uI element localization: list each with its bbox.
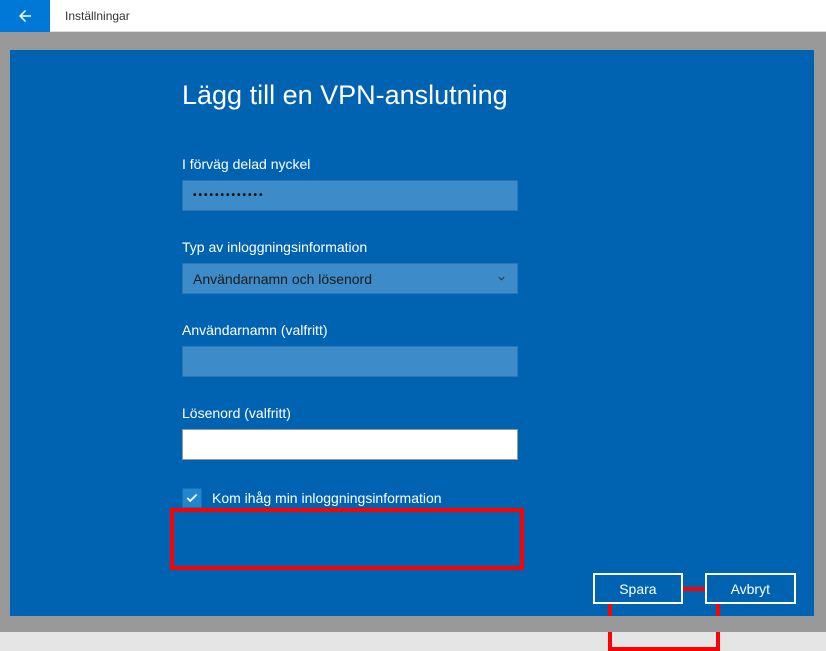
arrow-left-icon: [16, 7, 34, 25]
right-strip: [814, 50, 826, 632]
remember-checkbox[interactable]: [182, 488, 202, 508]
password-group: Lösenord (valfritt): [182, 405, 692, 460]
top-strip: [0, 32, 826, 50]
bottom-strip: [0, 616, 826, 632]
page-title: Lägg till en VPN-anslutning: [182, 80, 692, 111]
cancel-button[interactable]: Avbryt: [705, 573, 796, 604]
username-input[interactable]: [182, 346, 518, 377]
signin-type-group: Typ av inloggningsinformation Användarna…: [182, 239, 692, 294]
username-group: Användarnamn (valfritt): [182, 322, 692, 377]
signin-type-value: Användarnamn och lösenord: [193, 271, 372, 287]
password-input[interactable]: [182, 429, 518, 460]
remember-label: Kom ihåg min inloggningsinformation: [212, 490, 442, 506]
preshared-key-label: I förväg delad nyckel: [182, 156, 692, 172]
signin-type-label: Typ av inloggningsinformation: [182, 239, 692, 255]
preshared-key-group: I förväg delad nyckel: [182, 156, 692, 211]
save-button[interactable]: Spara: [593, 573, 682, 604]
titlebar: Inställningar: [0, 0, 826, 32]
remember-row: Kom ihåg min inloggningsinformation: [182, 488, 692, 508]
highlight-checkbox: [170, 508, 524, 570]
chevron-down-icon: [496, 273, 507, 284]
password-label: Lösenord (valfritt): [182, 405, 692, 421]
content-area: Lägg till en VPN-anslutning I förväg del…: [10, 50, 814, 632]
checkmark-icon: [185, 491, 199, 505]
username-label: Användarnamn (valfritt): [182, 322, 692, 338]
window-title: Inställningar: [50, 9, 130, 23]
preshared-key-input[interactable]: [182, 180, 518, 211]
back-button[interactable]: [0, 0, 50, 32]
left-strip: [0, 50, 10, 632]
button-row: Spara Avbryt: [593, 573, 796, 604]
signin-type-select[interactable]: Användarnamn och lösenord: [182, 263, 518, 294]
